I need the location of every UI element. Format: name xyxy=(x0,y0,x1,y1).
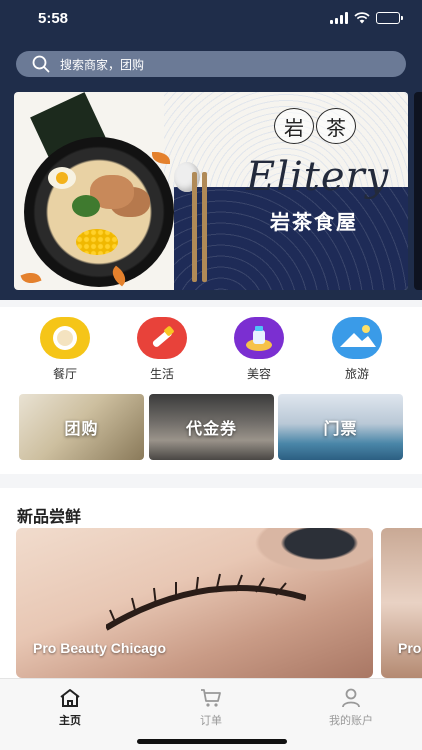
category-restaurant[interactable]: 餐厅 xyxy=(30,317,100,382)
category-travel[interactable]: 旅游 xyxy=(322,317,392,382)
status-icons xyxy=(330,12,403,24)
deal-label: 代金券 xyxy=(185,419,237,438)
brand-name-cn: 岩茶食屋 xyxy=(270,210,358,234)
deal-voucher[interactable]: 代金券 xyxy=(149,394,274,460)
search-icon xyxy=(32,55,50,73)
deal-label: 团购 xyxy=(64,419,99,438)
header: 5:58 搜索商家，团购 岩 茶 Elitery 岩茶食屋 xyxy=(0,0,422,300)
search-bar[interactable]: 搜索商家，团购 xyxy=(16,51,406,77)
brand-seal-left: 岩 xyxy=(274,108,314,144)
banner-cloth xyxy=(174,187,408,290)
section-title: 新品尝鲜 xyxy=(17,507,82,526)
new-card-pro-beauty[interactable]: Pro Beauty Chicago xyxy=(16,528,373,678)
tab-label: 我的账户 xyxy=(329,714,373,727)
new-arrivals-section: 新品尝鲜 Pro Beauty Chicago Pro xyxy=(0,488,422,678)
maple-leaf xyxy=(20,269,42,287)
category-label: 餐厅 xyxy=(52,367,77,381)
brand-name-en: Elitery xyxy=(246,154,390,200)
beauty-icon xyxy=(234,317,284,359)
category-life[interactable]: 生活 xyxy=(127,317,197,382)
chopstick-image xyxy=(192,172,197,282)
eyelash-image xyxy=(106,573,306,631)
status-bar: 5:58 xyxy=(0,8,422,32)
category-section: 餐厅 生活 美容 旅游 团购 代金券 门票 xyxy=(0,307,422,474)
life-icon xyxy=(137,317,187,359)
tab-home[interactable]: 主页 xyxy=(35,688,105,728)
tab-label: 主页 xyxy=(59,714,81,727)
restaurant-icon xyxy=(40,317,90,359)
promo-banner[interactable]: 岩 茶 Elitery 岩茶食屋 xyxy=(14,92,408,290)
category-label: 美容 xyxy=(246,367,271,381)
category-label: 生活 xyxy=(149,367,174,381)
user-icon xyxy=(342,688,360,708)
deal-ticket[interactable]: 门票 xyxy=(278,394,403,460)
wifi-icon xyxy=(354,12,370,24)
search-placeholder: 搜索商家，团购 xyxy=(60,57,145,72)
next-banner-peek[interactable] xyxy=(414,92,422,290)
cart-icon xyxy=(201,689,221,707)
card-caption: Pro Beauty Chicago xyxy=(33,640,167,656)
category-beauty[interactable]: 美容 xyxy=(224,317,294,382)
category-label: 旅游 xyxy=(344,367,369,381)
deal-label: 门票 xyxy=(323,419,358,438)
new-card-next[interactable]: Pro xyxy=(381,528,422,678)
card-caption: Pro xyxy=(398,640,422,656)
travel-icon xyxy=(332,317,382,359)
brand-seal-right: 茶 xyxy=(316,108,356,144)
status-time: 5:58 xyxy=(38,10,69,27)
tab-orders[interactable]: 订单 xyxy=(176,688,246,728)
tab-label: 订单 xyxy=(200,714,222,727)
signal-icon xyxy=(330,12,348,24)
ramen-bowl-image xyxy=(24,137,174,287)
home-indicator[interactable] xyxy=(137,739,287,744)
tab-account[interactable]: 我的账户 xyxy=(316,688,386,728)
deal-group-buy[interactable]: 团购 xyxy=(19,394,144,460)
battery-icon xyxy=(376,12,403,24)
chopstick-image xyxy=(202,172,207,282)
home-icon xyxy=(60,689,80,707)
